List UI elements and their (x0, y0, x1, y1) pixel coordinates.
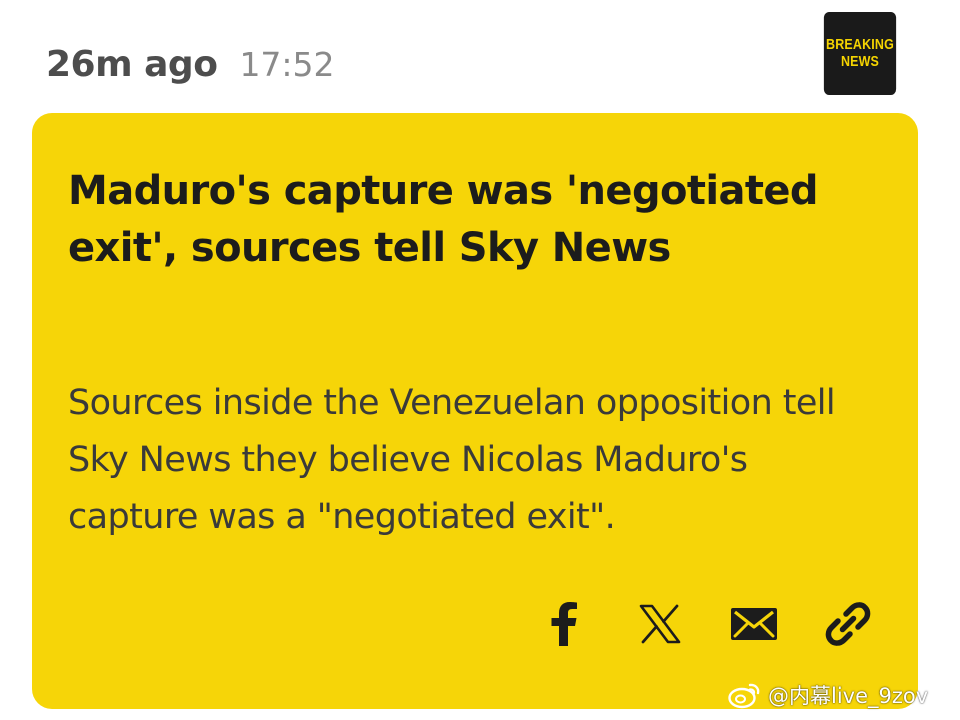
weibo-icon (728, 683, 760, 709)
email-icon (731, 608, 777, 640)
article-card: Maduro's capture was 'negotiated exit', … (32, 113, 918, 709)
article-headline[interactable]: Maduro's capture was 'negotiated exit', … (68, 163, 868, 277)
share-x-button[interactable] (634, 598, 686, 650)
facebook-icon (551, 602, 577, 646)
share-facebook-button[interactable] (538, 598, 590, 650)
badge-line-1: BREAKING (826, 36, 894, 53)
relative-time: 26m ago (46, 44, 218, 85)
breaking-news-badge: BREAKING NEWS (823, 12, 897, 95)
badge-line-2: NEWS (840, 53, 880, 70)
clock-time: 17:52 (239, 45, 335, 84)
watermark: @内幕live_9zov (728, 678, 928, 712)
share-bar (538, 598, 878, 650)
copy-link-button[interactable] (822, 598, 874, 650)
timestamp-row: 26m ago 17:52 (46, 44, 335, 94)
share-email-button[interactable] (728, 598, 780, 650)
x-icon (639, 604, 681, 644)
link-icon (825, 602, 871, 646)
watermark-handle: @内幕live_9zov (768, 684, 929, 708)
article-summary: Sources inside the Venezuelan opposition… (68, 383, 836, 537)
